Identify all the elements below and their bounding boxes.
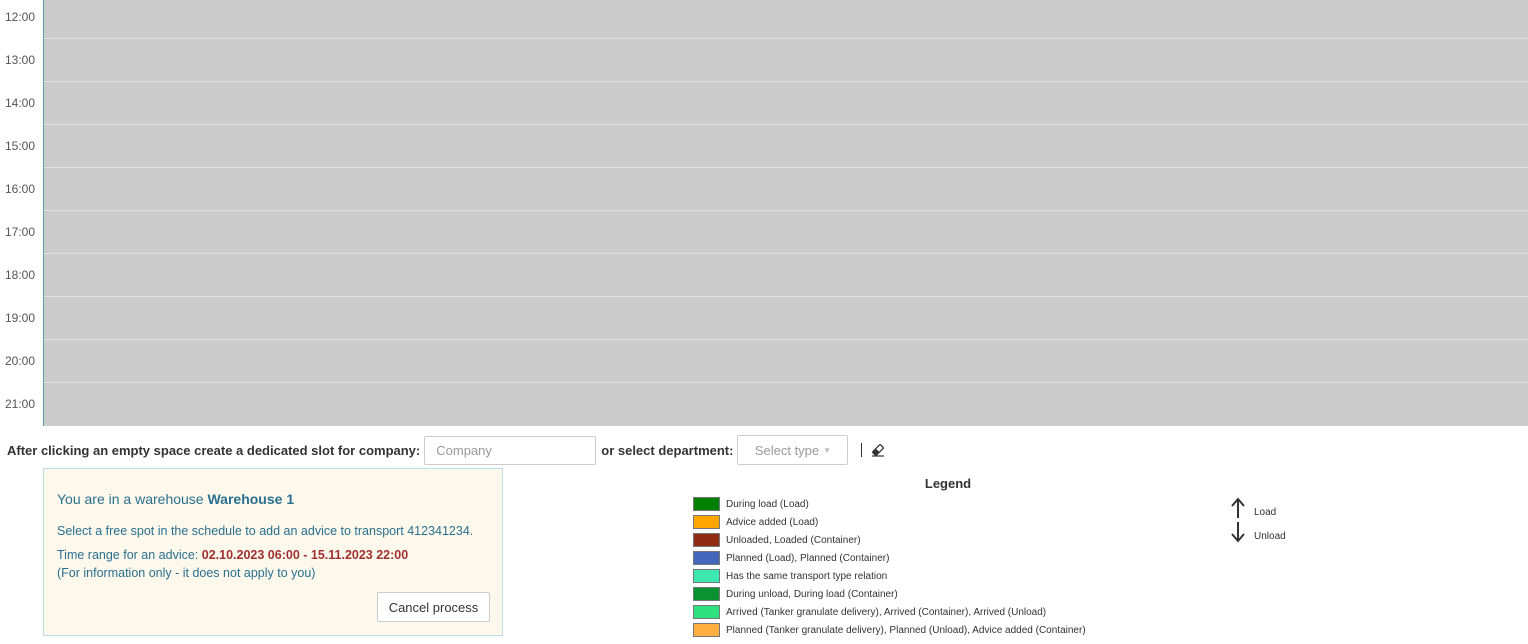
- schedule-slot[interactable]: [44, 297, 1528, 340]
- select-instruction: Select a free spot in the schedule to ad…: [57, 524, 474, 538]
- info-note: (For information only - it does not appl…: [57, 566, 316, 580]
- arrow-down-icon: [1230, 521, 1254, 546]
- time-label: 14:00: [5, 96, 36, 110]
- legend-item: Has the same transport type relation: [693, 569, 887, 583]
- schedule-slot[interactable]: [44, 0, 1528, 39]
- legend-label: Unloaded, Loaded (Container): [726, 534, 861, 546]
- legend-item: Arrived (Tanker granulate delivery), Arr…: [693, 605, 1046, 619]
- legend-item: Planned (Tanker granulate delivery), Pla…: [693, 623, 1086, 637]
- legend-label: Planned (Tanker granulate delivery), Pla…: [726, 624, 1086, 636]
- time-label: 16:00: [5, 182, 36, 196]
- time-label: 18:00: [5, 268, 36, 282]
- schedule-slot[interactable]: [44, 211, 1528, 254]
- slot-filter-bar: After clicking an empty space create a d…: [7, 435, 885, 465]
- time-range-label: Time range for an advice:: [57, 548, 199, 562]
- time-column: 12:00 13:00 14:00 15:00 16:00 17:00 18:0…: [0, 0, 44, 426]
- schedule-slot[interactable]: [44, 82, 1528, 125]
- schedule-grid[interactable]: [44, 0, 1528, 426]
- legend-unload: Unload: [1230, 521, 1286, 546]
- legend-swatch: [693, 587, 720, 601]
- company-label: After clicking an empty space create a d…: [7, 442, 421, 458]
- company-input[interactable]: [424, 435, 597, 465]
- time-range-value: 02.10.2023 06:00 - 15.11.2023 22:00: [201, 548, 409, 562]
- warehouse-title: You are in a warehouse Warehouse 1: [57, 491, 294, 507]
- time-range: Time range for an advice: 02.10.2023 06:…: [57, 548, 408, 562]
- warehouse-title-prefix: You are in a warehouse: [57, 491, 204, 507]
- legend-item: Unloaded, Loaded (Container): [693, 533, 861, 547]
- legend-item: Advice added (Load): [693, 515, 818, 529]
- legend-label: Arrived (Tanker granulate delivery), Arr…: [726, 606, 1047, 618]
- legend-swatch: [693, 497, 720, 511]
- legend-item: During load (Load): [693, 497, 809, 511]
- legend-title: Legend: [924, 476, 972, 491]
- time-label: 12:00: [5, 10, 36, 24]
- legend-swatch: [693, 569, 720, 583]
- time-label: 21:00: [5, 397, 36, 411]
- legend-swatch: [693, 605, 720, 619]
- legend-label: During unload, During load (Container): [726, 588, 898, 600]
- unload-label: Unload: [1254, 531, 1286, 542]
- cancel-process-button[interactable]: Cancel process: [377, 592, 490, 622]
- department-label: or select department:: [601, 442, 734, 458]
- time-label: 15:00: [5, 139, 36, 153]
- schedule-slot[interactable]: [44, 340, 1528, 383]
- chevron-down-icon: ▼: [823, 445, 832, 455]
- legend-swatch: [693, 533, 720, 547]
- schedule-slot[interactable]: [44, 383, 1528, 426]
- time-label: 13:00: [5, 53, 36, 67]
- legend-item: Planned (Load), Planned (Container): [693, 551, 889, 565]
- eraser-icon[interactable]: [871, 443, 885, 457]
- schedule: 12:00 13:00 14:00 15:00 16:00 17:00 18:0…: [0, 0, 1528, 426]
- schedule-slot[interactable]: [44, 125, 1528, 168]
- time-label: 17:00: [5, 225, 36, 239]
- legend-label: During load (Load): [726, 498, 809, 510]
- warehouse-info-panel: You are in a warehouse Warehouse 1 Selec…: [43, 468, 503, 636]
- legend-swatch: [693, 515, 720, 529]
- arrow-up-icon: [1230, 497, 1254, 522]
- warehouse-name: Warehouse 1: [207, 491, 295, 507]
- load-label: Load: [1254, 507, 1277, 518]
- department-select-value: Select type: [754, 442, 820, 458]
- legend-swatch: [693, 623, 720, 637]
- schedule-slot[interactable]: [44, 39, 1528, 82]
- legend-label: Has the same transport type relation: [726, 570, 888, 582]
- schedule-slot[interactable]: [44, 254, 1528, 297]
- time-label: 20:00: [5, 354, 36, 368]
- legend-label: Planned (Load), Planned (Container): [726, 552, 890, 564]
- schedule-slot[interactable]: [44, 168, 1528, 211]
- legend-label: Advice added (Load): [726, 516, 819, 528]
- department-select[interactable]: Select type ▼: [737, 435, 849, 465]
- legend-load: Load: [1230, 497, 1276, 522]
- time-label: 19:00: [5, 311, 36, 325]
- divider: [861, 443, 863, 457]
- legend-swatch: [693, 551, 720, 565]
- legend-item: During unload, During load (Container): [693, 587, 898, 601]
